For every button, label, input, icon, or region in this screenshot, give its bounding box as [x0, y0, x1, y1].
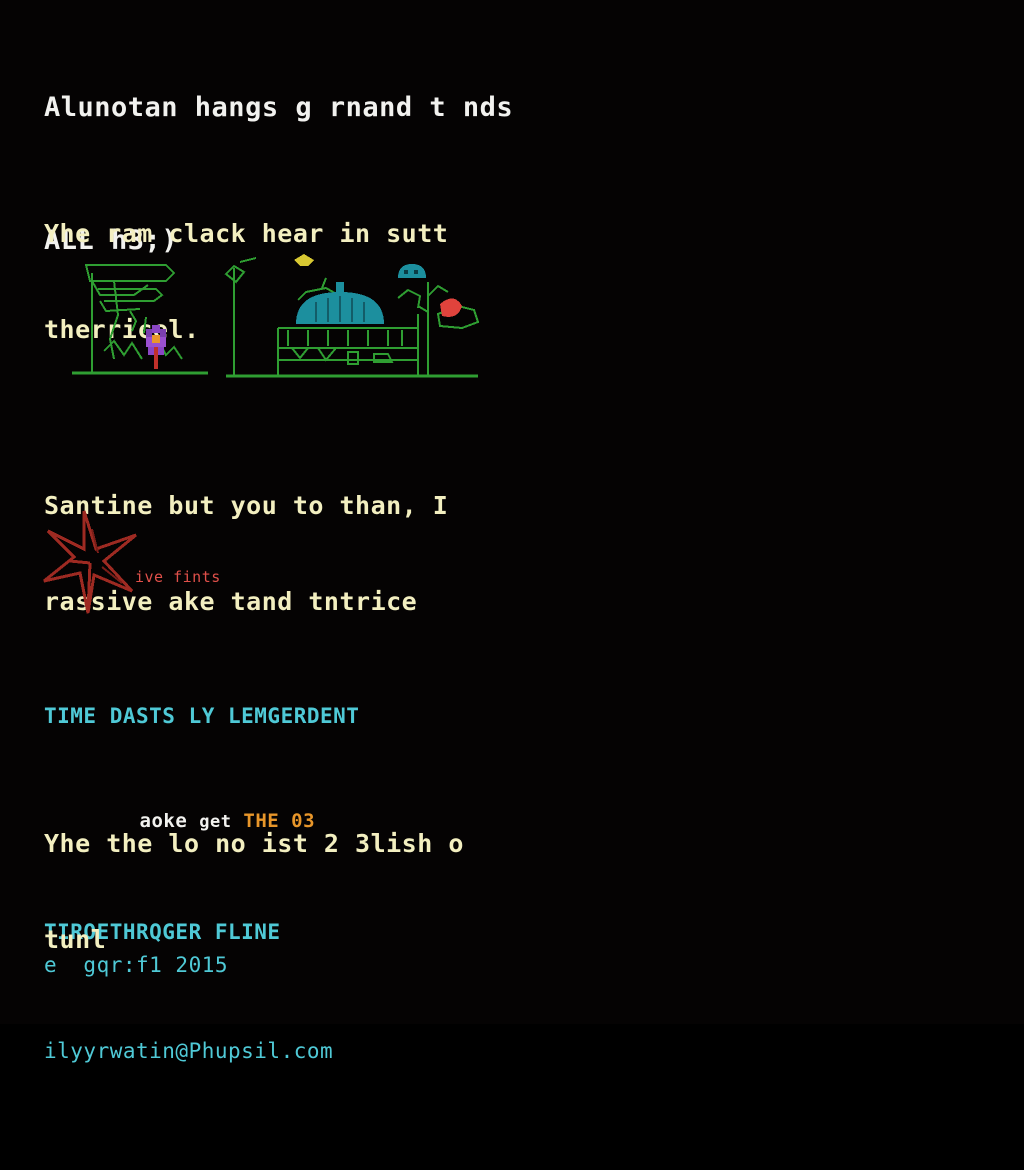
- left-blue-line-1: TIME DASTS LY LEMGERDENT: [44, 704, 360, 729]
- star-pinwheel-icon: [43, 510, 137, 614]
- pixel-art-observatory: [224, 254, 480, 378]
- left-footer: e gqr:f1 2015 ilyyrwatin@Phupsil.com: [44, 902, 333, 1116]
- left-heading-line-1: Alunotan hangs g rnand t nds: [44, 91, 514, 123]
- left-panel: Alunotan hangs g rnand t nds ALL h3;) Yh…: [0, 0, 540, 1063]
- left-footer-copyright: e gqr:f1 2015: [44, 953, 229, 978]
- left-footer-email[interactable]: ilyyrwatin@Phupsil.com: [44, 1039, 333, 1065]
- app-root: Alunotan hangs g rnand t nds ALL h3;) Yh…: [0, 0, 1024, 1063]
- star-label: ive fints: [135, 568, 221, 586]
- left-tail-line-1: Yhe the lo no ist 2 3lish o: [44, 829, 464, 858]
- left-subheading-line-1: Yhe ram clack hear in sutt: [44, 219, 449, 248]
- pixel-art-ruins: [72, 264, 208, 375]
- right-panel: TEPMIMIR1 (). Se-rint's cheunge titiy 1o…: [540, 0, 1024, 1024]
